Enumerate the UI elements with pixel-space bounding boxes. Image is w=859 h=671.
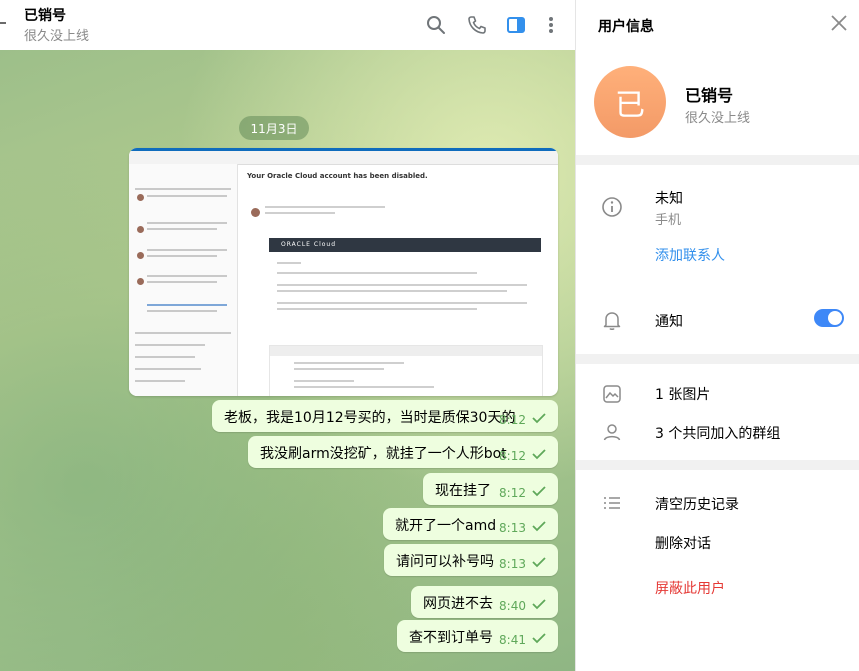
sidebar-toggle-icon[interactable] — [503, 12, 529, 38]
profile-status: 很久没上线 — [685, 111, 751, 126]
search-icon[interactable] — [423, 12, 449, 38]
phone-icon[interactable] — [464, 12, 490, 38]
oracle-banner-text: ORACLE Cloud — [281, 241, 337, 248]
close-icon[interactable] — [830, 14, 848, 32]
check-icon — [532, 413, 546, 424]
message-bubble[interactable]: 查不到订单号 8:41 — [397, 620, 558, 652]
message-time: 8:13 — [499, 521, 526, 535]
profile-name: 已销号 — [685, 86, 734, 105]
message-time: 8:40 — [499, 599, 526, 613]
oracle-banner: ORACLE Cloud — [269, 238, 541, 252]
message-bubble[interactable]: 网页进不去 8:40 — [411, 586, 558, 618]
notifications-toggle[interactable] — [814, 309, 844, 327]
divider — [576, 354, 859, 364]
image-message[interactable]: Your Oracle Cloud account has been disab… — [129, 148, 558, 396]
bell-icon — [603, 312, 621, 330]
message-text: 请问可以补号吗 — [396, 554, 494, 570]
notifications-label: 通知 — [655, 314, 683, 330]
screenshot-toolbar — [129, 148, 558, 165]
delete-chat-item[interactable]: 删除对话 — [655, 533, 711, 553]
message-time: 8:13 — [499, 557, 526, 571]
list-icon — [604, 497, 620, 509]
phone-label: 手机 — [655, 213, 682, 228]
block-user-item[interactable]: 屏蔽此用户 — [655, 578, 725, 598]
photo-icon — [603, 385, 621, 403]
message-bubble[interactable]: 老板，我是10月12号买的，当时是质保30天的 8:12 — [212, 400, 558, 432]
back-icon[interactable] — [0, 22, 6, 24]
message-bubble[interactable]: 就开了一个amd 8:13 — [383, 508, 558, 540]
divider — [576, 460, 859, 470]
chat-status: 很久没上线 — [24, 29, 90, 44]
photos-item[interactable]: 1 张图片 — [655, 384, 710, 404]
message-time: 8:41 — [499, 633, 526, 647]
screenshot-details-box — [269, 345, 543, 396]
message-text: 就开了一个amd — [395, 518, 497, 534]
user-info-panel: 用户信息 已 已销号 很久没上线 未知 手机 添加联系人 通知 1 张图片 3 … — [575, 0, 859, 671]
chat-title[interactable]: 已销号 — [24, 5, 66, 25]
common-groups-item[interactable]: 3 个共同加入的群组 — [655, 423, 780, 443]
user-icon — [603, 424, 621, 441]
message-bubble[interactable]: 请问可以补号吗 8:13 — [384, 544, 558, 576]
message-text: 网页进不去 — [423, 596, 493, 612]
message-bubble[interactable]: 现在挂了 8:12 — [423, 473, 558, 505]
check-icon — [532, 599, 546, 610]
message-text: 我没刷arm没挖矿，就挂了一个人形bot — [260, 446, 507, 462]
screenshot-mail-list — [129, 164, 238, 396]
check-icon — [532, 449, 546, 460]
message-bubble[interactable]: 我没刷arm没挖矿，就挂了一个人形bot 8:12 — [248, 436, 558, 468]
check-icon — [532, 633, 546, 644]
info-icon — [602, 197, 622, 217]
chat-header: 已销号 很久没上线 — [0, 0, 575, 50]
panel-title: 用户信息 — [598, 19, 654, 35]
phone-value[interactable]: 未知 — [655, 188, 683, 208]
message-time: 8:12 — [499, 449, 526, 463]
check-icon — [532, 557, 546, 568]
add-contact-link[interactable]: 添加联系人 — [655, 245, 725, 265]
screenshot-subject: Your Oracle Cloud account has been disab… — [247, 172, 428, 180]
message-text: 老板，我是10月12号买的，当时是质保30天的 — [224, 410, 516, 426]
avatar[interactable]: 已 — [594, 66, 666, 138]
clear-history-item[interactable]: 清空历史记录 — [655, 494, 739, 514]
check-icon — [532, 521, 546, 532]
message-text: 现在挂了 — [435, 483, 491, 499]
more-options-icon[interactable] — [538, 12, 564, 38]
message-time: 8:12 — [499, 486, 526, 500]
message-time: 8:12 — [499, 413, 526, 427]
chat-area: 已销号 很久没上线 11月3日 Your Oracle Cloud accoun… — [0, 0, 575, 671]
check-icon — [532, 486, 546, 497]
message-text: 查不到订单号 — [409, 630, 493, 646]
date-separator: 11月3日 — [239, 116, 309, 140]
divider — [576, 155, 859, 165]
